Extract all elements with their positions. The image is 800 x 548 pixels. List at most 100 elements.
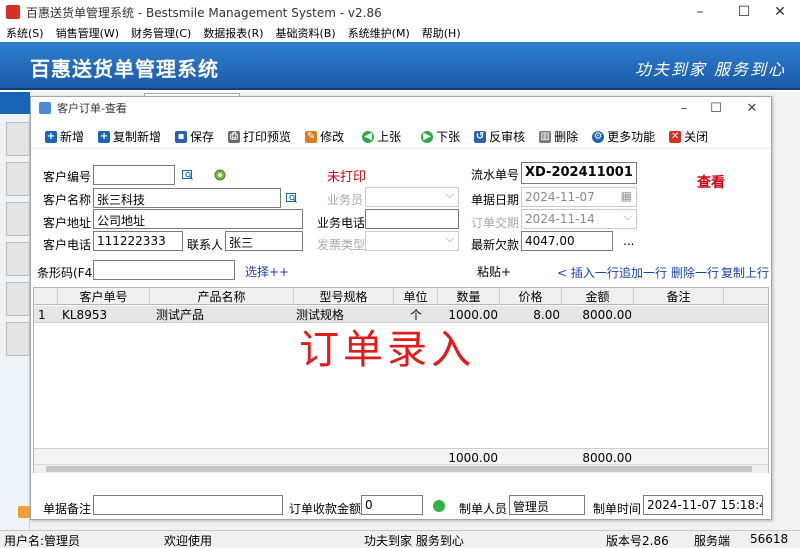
refresh-icon[interactable] — [213, 168, 227, 182]
column-header[interactable]: 单位 — [394, 288, 438, 305]
menu-finance[interactable]: 财务管理(C) — [131, 25, 191, 41]
copy-row-link[interactable]: 复制上行 — [721, 264, 769, 281]
column-header[interactable]: 数量 — [438, 288, 500, 305]
paste-button[interactable]: 粘贴+ — [477, 263, 511, 280]
status-indicator — [433, 500, 445, 512]
customer-no-field[interactable] — [93, 165, 175, 185]
barcode-input[interactable] — [93, 260, 235, 280]
customer-name-field[interactable]: 张三科技 — [93, 188, 281, 208]
delete-row-link[interactable]: 删除一行 — [671, 264, 719, 281]
prev-label: 上张 — [377, 130, 402, 144]
child-close-button[interactable]: ✕ — [735, 97, 769, 119]
save-icon: ▪ — [175, 130, 188, 143]
nav-button[interactable] — [6, 202, 30, 236]
invoice-type-select[interactable] — [365, 231, 459, 251]
more-functions-button[interactable]: ⚙ 更多功能 — [592, 128, 655, 145]
menu-base-data[interactable]: 基础资料(B) — [276, 25, 336, 41]
save-button[interactable]: ▪ 保存 — [175, 128, 214, 145]
received-field[interactable]: 0 — [361, 495, 423, 515]
print-preview-button[interactable]: ⎙ 打印预览 — [228, 128, 291, 145]
customer-name-label: 客户名称 — [43, 193, 92, 207]
upload-icon[interactable] — [18, 506, 30, 518]
window-icon — [39, 102, 51, 114]
column-header[interactable]: 客户单号 — [58, 288, 150, 305]
contact-field[interactable]: 张三 — [225, 231, 303, 251]
nav-button[interactable] — [6, 282, 30, 316]
status-user: 用户名:管理员 — [4, 534, 81, 548]
order-no-cell[interactable]: KL8953 — [62, 306, 150, 323]
next-button[interactable]: ▶ 下张 — [421, 128, 460, 145]
prev-button[interactable]: ◀ 上张 — [362, 128, 401, 145]
copy-new-button[interactable]: + 复制新增 — [98, 128, 161, 145]
doc-date-label: 单据日期 — [471, 193, 520, 207]
column-header[interactable]: 价格 — [500, 288, 562, 305]
contact-label: 联系人 — [187, 238, 224, 252]
nav-button[interactable] — [6, 122, 30, 156]
menu-sales[interactable]: 销售管理(W) — [56, 25, 119, 41]
doc-date-field[interactable]: 2024-11-07 ▦ — [521, 187, 637, 207]
salesman-select[interactable] — [365, 187, 459, 207]
minimize-button[interactable]: – — [680, 0, 720, 24]
close-button[interactable]: ✕ 关闭 — [669, 128, 708, 145]
edit-label: 修改 — [320, 130, 345, 144]
remark-field[interactable] — [93, 495, 283, 515]
maximize-button[interactable]: ☐ — [724, 0, 764, 24]
make-time-label: 制单时间 — [593, 502, 642, 516]
delete-label: 删除 — [554, 130, 579, 144]
copy-new-label: 复制新增 — [113, 130, 162, 144]
append-row-link[interactable]: 追加一行 — [619, 264, 667, 281]
column-header[interactable]: 型号规格 — [294, 288, 394, 305]
menu-maintenance[interactable]: 系统维护(M) — [348, 25, 410, 41]
delete-button[interactable]: ▥ 删除 — [539, 128, 578, 145]
column-header[interactable]: 备注 — [634, 288, 724, 305]
nav-button[interactable] — [6, 162, 30, 196]
serial-field[interactable]: XD-202411001 — [521, 162, 637, 184]
barcode-label: 条形码(F4) — [37, 266, 97, 280]
biz-phone-field[interactable] — [365, 209, 459, 229]
plus-icon: + — [45, 130, 57, 143]
column-header[interactable]: 产品名称 — [150, 288, 294, 305]
make-time-field[interactable]: 2024-11-07 15:18:45 — [643, 495, 763, 515]
column-header[interactable]: 金额 — [562, 288, 634, 305]
new-button[interactable]: + 新增 — [45, 128, 84, 145]
received-label: 订单收款金额 — [289, 502, 362, 516]
nav-button[interactable] — [6, 322, 30, 356]
search-icon[interactable] — [181, 168, 195, 182]
select-link[interactable]: 选择++ — [245, 263, 289, 280]
more-button[interactable]: ... — [623, 234, 634, 248]
calendar-icon[interactable]: ▦ — [621, 189, 632, 203]
product-cell[interactable]: 测试产品 — [156, 306, 294, 323]
price-cell[interactable]: 8.00 — [500, 306, 560, 323]
biz-phone-label: 业务电话 — [317, 216, 366, 230]
nav-active-item[interactable] — [0, 92, 30, 114]
menu-reports[interactable]: 数据报表(R) — [203, 25, 263, 41]
child-maximize-button[interactable]: ☐ — [699, 97, 733, 119]
remark-cell[interactable] — [636, 306, 724, 323]
close-window-button[interactable]: ✕ — [760, 0, 800, 24]
unaudit-button[interactable]: ↺ 反审核 — [474, 128, 525, 145]
search-icon[interactable] — [285, 191, 299, 205]
menu-help[interactable]: 帮助(H) — [422, 25, 461, 41]
customer-phone-field[interactable]: 111222333 — [93, 231, 183, 251]
order-view-window: 客户订单-查看 – ☐ ✕ + 新增 + 复制新增 ▪ 保存 ⎙ 打印预览 ✎ 修改 ◀ 上… — [30, 96, 772, 520]
next-icon: ▶ — [421, 130, 434, 143]
more-functions-label: 更多功能 — [607, 130, 656, 144]
printer-icon: ⎙ — [228, 130, 241, 143]
nav-button[interactable] — [6, 242, 30, 276]
menu-system[interactable]: 系统(S) — [6, 25, 44, 41]
edit-button[interactable]: ✎ 修改 — [305, 128, 344, 145]
customer-addr-field[interactable]: 公司地址 — [93, 209, 303, 229]
maker-field[interactable]: 管理员 — [509, 495, 585, 515]
insert-row-link[interactable]: < 插入一行 — [557, 264, 619, 281]
grid-header: 客户单号 产品名称 型号规格 单位 数量 价格 金额 备注 — [34, 288, 768, 305]
horizontal-scrollbar[interactable] — [34, 464, 768, 473]
status-server: 服务端 — [694, 534, 731, 548]
print-status: 未打印 — [327, 170, 367, 185]
new-label: 新增 — [60, 130, 85, 144]
delivery-date-field[interactable]: 2024-11-14 — [521, 209, 637, 229]
child-minimize-button[interactable]: – — [667, 97, 701, 119]
unaudit-label: 反审核 — [489, 130, 526, 144]
scrollbar-thumb[interactable] — [46, 466, 752, 472]
prev-icon: ◀ — [362, 130, 375, 143]
amount-cell[interactable]: 8000.00 — [562, 306, 632, 323]
